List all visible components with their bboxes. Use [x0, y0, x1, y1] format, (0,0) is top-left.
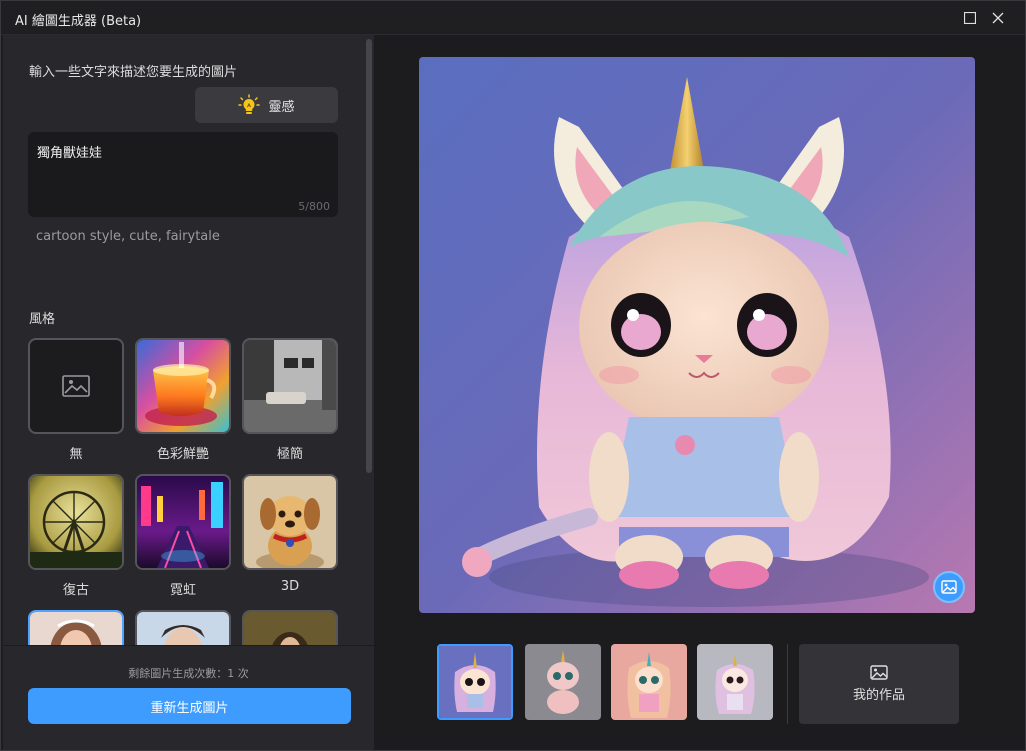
style-name: 極簡 — [276, 447, 303, 462]
prompt-tags: cartoon style, cute, fairytale — [36, 229, 220, 244]
retro-style-image — [30, 476, 122, 568]
result-thumbnail-3[interactable] — [611, 644, 687, 720]
inspiration-button[interactable]: 靈感 — [195, 87, 338, 123]
style-thumbnail[interactable] — [28, 338, 124, 434]
style-option-vivid[interactable]: 色彩鮮艷 — [135, 338, 231, 462]
neon-style-image — [137, 476, 229, 568]
close-button[interactable] — [987, 7, 1009, 29]
style-name: 色彩鮮艷 — [156, 447, 209, 462]
maximize-icon — [964, 12, 976, 24]
title-bar: AI 繪圖生成器 (Beta) — [1, 1, 1025, 35]
style-option-retro[interactable]: 復古 — [28, 474, 124, 598]
style-thumbnail[interactable] — [242, 338, 338, 434]
style-label: 風格 — [29, 312, 56, 327]
settings-scrollbar[interactable] — [366, 39, 372, 473]
my-works-label: 我的作品 — [852, 688, 905, 703]
generated-image — [419, 57, 975, 613]
gallery-icon — [870, 665, 888, 680]
style-option-neon[interactable]: 霓虹 — [135, 474, 231, 598]
char-count: 5/800 — [298, 200, 330, 213]
generate-footer: 剩餘圖片生成次數：1 次 重新生成圖片 — [3, 645, 374, 750]
style-thumbnail[interactable] — [135, 338, 231, 434]
prompt-text[interactable]: 獨角獸娃娃 — [37, 142, 102, 161]
thumbnail-divider — [787, 644, 788, 724]
my-works-button[interactable]: 我的作品 — [799, 644, 959, 724]
remaining-count: 剩餘圖片生成次數：1 次 — [128, 667, 249, 680]
view-image-button[interactable] — [933, 571, 965, 603]
style-name: 無 — [69, 447, 83, 462]
regenerate-button[interactable]: 重新生成圖片 — [28, 688, 351, 724]
vivid-style-image — [137, 340, 229, 432]
minimal-style-image — [244, 340, 336, 432]
inspiration-label: 靈感 — [268, 99, 295, 115]
style-thumbnail[interactable] — [135, 474, 231, 570]
prompt-label: 輸入一些文字來描述您要生成的圖片 — [29, 65, 238, 80]
gallery-icon — [941, 580, 957, 594]
style-option-3d[interactable]: 3D — [242, 474, 338, 594]
result-thumbnail-1[interactable] — [437, 644, 513, 720]
image-placeholder-icon — [62, 375, 90, 397]
style-option-none[interactable]: 無 — [28, 338, 124, 462]
style-name: 霓虹 — [169, 583, 196, 598]
result-thumbnail-2[interactable] — [525, 644, 601, 720]
3d-style-image — [244, 476, 336, 568]
style-option-minimal[interactable]: 極簡 — [242, 338, 338, 462]
style-thumbnail[interactable] — [28, 474, 124, 570]
close-icon — [992, 12, 1004, 24]
prompt-input[interactable]: 獨角獸娃娃 5/800 — [28, 132, 338, 217]
settings-panel: 輸入一些文字來描述您要生成的圖片 靈感 獨角獸娃娃 5/800 cartoon … — [3, 35, 374, 750]
maximize-button[interactable] — [959, 7, 981, 29]
result-thumbnail-4[interactable] — [697, 644, 773, 720]
preview-panel: 我的作品 — [374, 35, 1025, 750]
unicorn-doll-image — [419, 57, 975, 613]
style-name: 復古 — [62, 583, 89, 598]
style-name: 3D — [280, 579, 300, 594]
style-thumbnail[interactable] — [242, 474, 338, 570]
lightbulb-icon — [238, 94, 261, 114]
window-title: AI 繪圖生成器 (Beta) — [15, 14, 142, 29]
app-window: AI 繪圖生成器 (Beta) 輸入一些文字來描述您要生成的圖片 靈感 獨角獸娃… — [0, 0, 1026, 751]
